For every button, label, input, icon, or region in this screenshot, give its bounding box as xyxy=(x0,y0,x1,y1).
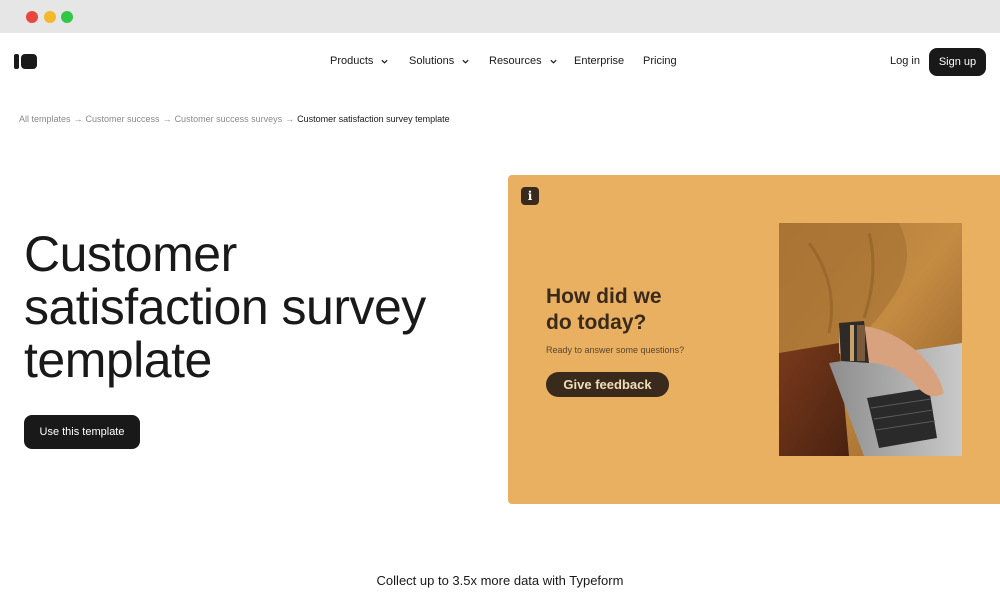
info-icon[interactable]: i xyxy=(521,187,539,205)
browser-chrome xyxy=(0,0,1000,33)
top-navigation: Products Solutions Resources Enterprise … xyxy=(0,33,1000,91)
preview-photo xyxy=(779,223,962,456)
breadcrumb-link-customer-success[interactable]: Customer success xyxy=(86,114,160,124)
nav-item-solutions[interactable]: Solutions xyxy=(409,55,470,67)
logo-bar xyxy=(14,54,19,69)
use-template-button[interactable]: Use this template xyxy=(24,415,140,449)
breadcrumb-current: Customer satisfaction survey template xyxy=(297,114,450,124)
question-line: do today? xyxy=(546,311,647,334)
breadcrumb-link-all-templates[interactable]: All templates xyxy=(19,114,71,124)
chevron-down-icon xyxy=(381,59,389,64)
maximize-window-button[interactable] xyxy=(61,11,73,23)
nav-item-enterprise[interactable]: Enterprise xyxy=(574,55,624,67)
give-feedback-button[interactable]: Give feedback xyxy=(546,372,669,397)
preview-question: How did we do today? xyxy=(546,284,746,336)
title-line: template xyxy=(24,332,212,388)
nav-item-resources[interactable]: Resources xyxy=(489,55,558,67)
logo-body xyxy=(21,54,37,69)
nav-item-label: Solutions xyxy=(409,55,455,67)
minimize-window-button[interactable] xyxy=(44,11,56,23)
question-line: How did we xyxy=(546,285,662,308)
typeform-logo[interactable] xyxy=(14,54,37,69)
template-preview[interactable]: i How did we do today? Ready to answer s… xyxy=(508,175,1000,504)
nav-item-label: Resources xyxy=(489,55,542,67)
login-link[interactable]: Log in xyxy=(890,55,920,67)
chevron-down-icon xyxy=(462,59,469,64)
nav-item-label: Products xyxy=(330,55,374,67)
nav-item-label: Pricing xyxy=(643,55,677,67)
breadcrumb-separator: → xyxy=(285,114,295,124)
breadcrumb-link-customer-success-surveys[interactable]: Customer success surveys xyxy=(175,114,283,124)
chevron-down-icon xyxy=(549,59,557,64)
nav-item-pricing[interactable]: Pricing xyxy=(643,55,677,67)
page-title: Customer satisfaction survey template xyxy=(24,228,484,387)
breadcrumb: All templates → Customer success → Custo… xyxy=(19,114,450,124)
preview-subtitle: Ready to answer some questions? xyxy=(546,345,685,355)
photo-illustration xyxy=(779,223,962,456)
tagline: Collect up to 3.5x more data with Typefo… xyxy=(376,573,624,588)
breadcrumb-separator: → xyxy=(73,114,83,124)
signup-button[interactable]: Sign up xyxy=(929,48,986,76)
close-window-button[interactable] xyxy=(26,11,38,23)
breadcrumb-separator: → xyxy=(162,114,172,124)
nav-item-label: Enterprise xyxy=(574,55,625,67)
nav-item-products[interactable]: Products xyxy=(330,55,389,67)
title-line: satisfaction survey xyxy=(24,279,426,335)
title-line: Customer xyxy=(24,226,237,282)
